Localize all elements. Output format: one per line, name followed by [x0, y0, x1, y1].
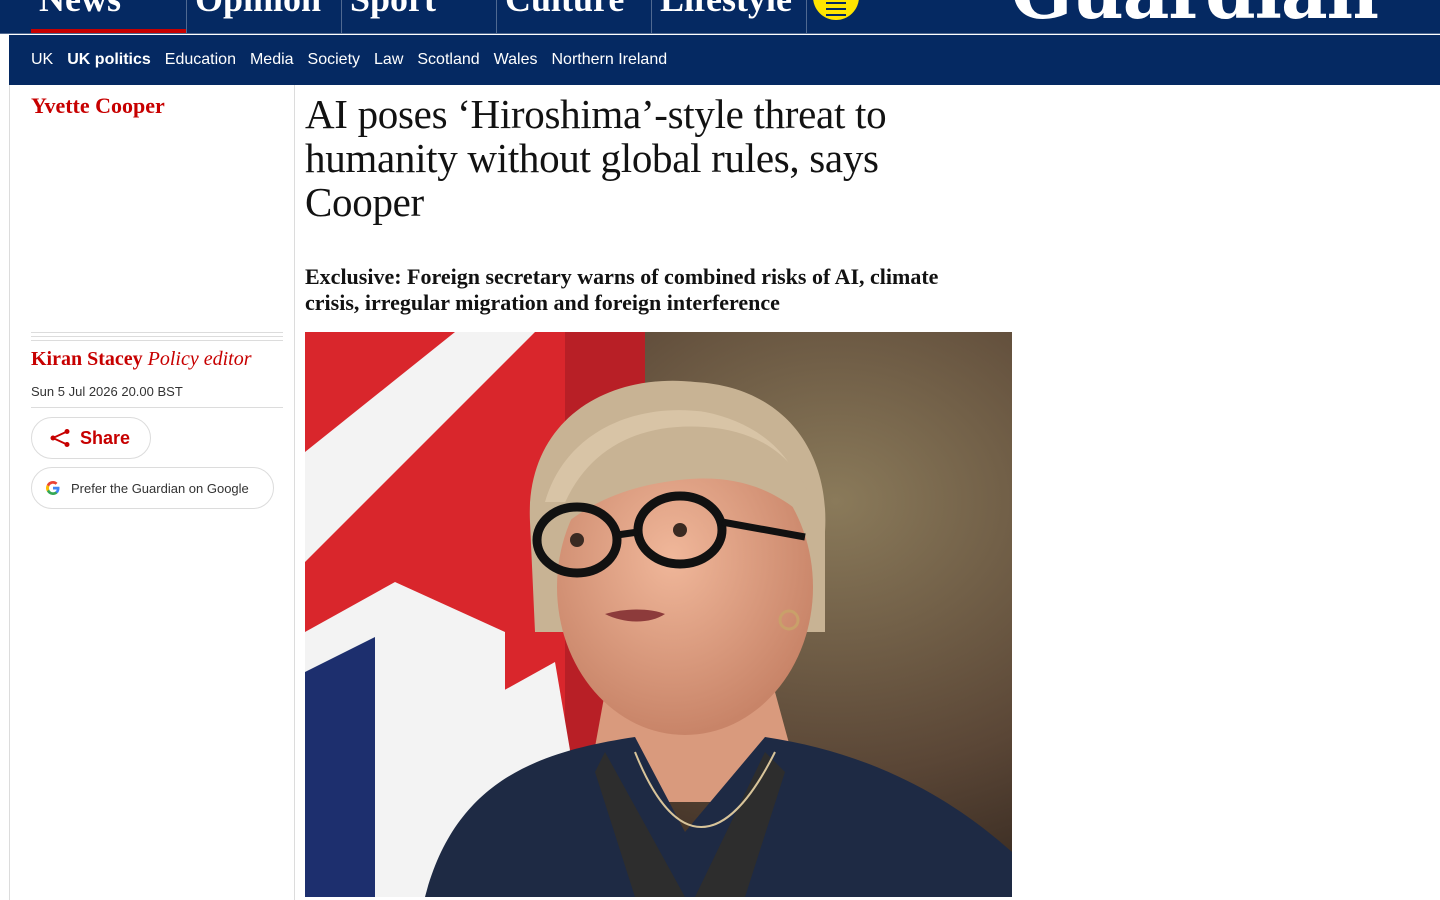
pillar-lifestyle[interactable]: Lifestyle: [651, 0, 806, 33]
subnav-item-uk[interactable]: UK: [31, 51, 53, 69]
byline: Kiran Stacey Policy editor: [31, 348, 252, 371]
portrait-photo-illustration: [305, 332, 1012, 897]
pillar-label: News: [39, 0, 121, 20]
share-label: Share: [80, 427, 131, 448]
pillar-label: Culture: [505, 0, 624, 20]
guardian-logo[interactable]: Guardian: [1011, 0, 1379, 33]
column-divider: [294, 85, 295, 900]
article-standfirst: Exclusive: Foreign secretary warns of co…: [305, 264, 939, 315]
subnav-item-society[interactable]: Society: [308, 51, 360, 69]
pillar-news[interactable]: News: [31, 0, 186, 33]
author-name[interactable]: Kiran Stacey: [31, 348, 143, 370]
subnav-item-wales[interactable]: Wales: [494, 51, 538, 69]
author-role: Policy editor: [147, 348, 252, 370]
subnav-item-education[interactable]: Education: [165, 51, 236, 69]
prefer-label: Prefer the Guardian on Google: [71, 480, 249, 496]
subnav-item-media[interactable]: Media: [250, 51, 294, 69]
subnav-item-uk-politics[interactable]: UK politics: [67, 51, 151, 69]
pillar-sport[interactable]: Sport: [341, 0, 496, 33]
google-icon: [46, 481, 60, 495]
pillar-label: Opinion: [195, 0, 321, 20]
pillar-label: Sport: [350, 0, 436, 20]
menu-icon[interactable]: [813, 0, 859, 20]
left-border: [9, 85, 10, 900]
meta-rule: [31, 407, 283, 408]
meta-divider-lines: [31, 332, 283, 344]
publish-date: Sun 5 Jul 2026 20.00 BST: [31, 384, 183, 399]
article-main-photo[interactable]: [305, 332, 1012, 897]
share-button[interactable]: Share: [31, 417, 151, 459]
prefer-guardian-google-button[interactable]: Prefer the Guardian on Google: [31, 467, 274, 509]
subnav-item-law[interactable]: Law: [374, 51, 403, 69]
pillar-culture[interactable]: Culture: [496, 0, 651, 33]
article-headline: AI poses ‘Hiroshima’-style threat to hum…: [305, 91, 887, 225]
subnav-item-scotland[interactable]: Scotland: [417, 51, 479, 69]
pillar-opinion[interactable]: Opinion: [186, 0, 341, 33]
share-icon: [50, 429, 70, 447]
subnav-item-northern-ireland[interactable]: Northern Ireland: [552, 51, 668, 69]
series-tag[interactable]: Yvette Cooper: [31, 93, 165, 119]
pillar-label: Lifestyle: [660, 0, 792, 20]
pillar-nav: News Opinion Sport Culture Lifestyle Gua…: [0, 0, 1440, 34]
section-subnav: UK UK politics Education Media Society L…: [9, 35, 1440, 85]
pillar-divider: [806, 0, 807, 33]
